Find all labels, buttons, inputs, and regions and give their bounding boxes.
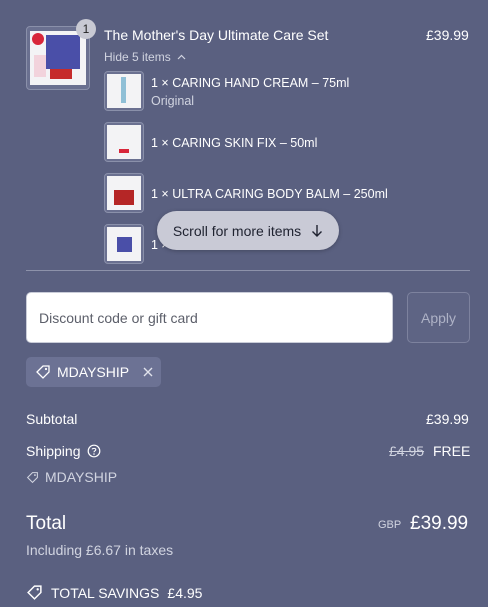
total-savings-row: TOTAL SAVINGS £4.95 (26, 584, 202, 601)
hide-items-label: Hide 5 items (104, 50, 171, 64)
item-label: 1 × CARING HAND CREAM – 75ml (151, 76, 350, 90)
help-icon[interactable] (87, 444, 101, 458)
item-label: 1 × CARING SKIN FIX – 50ml (151, 136, 318, 150)
shipping-row-label: Shipping (26, 443, 101, 459)
scroll-hint-label: Scroll for more items (172, 222, 302, 239)
scroll-more-items-button[interactable]: Scroll for more items (157, 211, 339, 250)
currency-code: GBP (378, 519, 402, 531)
item-variant: Original (151, 94, 195, 108)
remove-code-icon[interactable] (141, 365, 155, 379)
item-thumbnail (104, 173, 144, 213)
applied-code-label: MDAYSHIP (57, 364, 130, 380)
savings-label: TOTAL SAVINGS (51, 584, 160, 601)
shipping-discount-code: MDAYSHIP (26, 469, 117, 485)
discount-input[interactable] (39, 309, 392, 326)
arrow-down-icon (312, 224, 323, 237)
product-image (30, 30, 86, 86)
tag-icon (36, 365, 50, 379)
subtotal-label: Subtotal (26, 411, 78, 427)
tag-icon (26, 471, 38, 483)
savings-value: £4.95 (167, 584, 203, 601)
tag-icon (27, 585, 42, 600)
item-label: 1 × ULTRA CARING BODY BALM – 250ml (151, 187, 388, 201)
chevron-up-icon (177, 54, 186, 60)
total-value: £39.99 (410, 513, 469, 534)
subtotal-value: £39.99 (426, 411, 469, 427)
applied-discount-chip: MDAYSHIP (26, 357, 161, 387)
tax-note: Including £6.67 in taxes (26, 542, 174, 558)
apply-button[interactable]: Apply (407, 292, 470, 343)
shipping-original-price: £4.95 (389, 443, 425, 459)
total-label: Total (26, 513, 67, 534)
item-thumbnail (104, 122, 144, 162)
item-thumbnail (104, 224, 144, 264)
section-divider (26, 270, 470, 271)
hide-items-toggle[interactable]: Hide 5 items (104, 50, 186, 64)
shipping-code-label: MDAYSHIP (45, 469, 118, 485)
shipping-value: FREE (433, 443, 471, 459)
discount-field[interactable] (26, 292, 393, 343)
product-name: The Mother's Day Ultimate Care Set (104, 27, 329, 43)
product-price: £39.99 (426, 27, 469, 43)
quantity-badge: 1 (76, 19, 96, 39)
item-thumbnail (104, 71, 144, 111)
shipping-label: Shipping (26, 443, 81, 459)
